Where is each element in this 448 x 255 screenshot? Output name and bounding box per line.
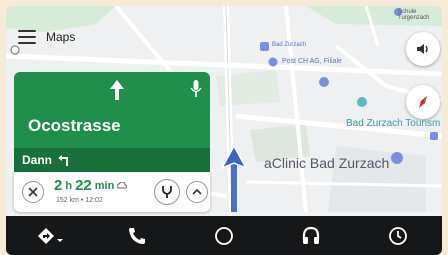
- eta-card: 2 h 22 min 152 km • 12:02: [14, 172, 210, 212]
- volume-icon: [417, 44, 428, 54]
- screen-bezel: Schule Turgenzach Bad Zurzach Post CH AG…: [0, 0, 448, 255]
- directions-icon: [37, 227, 63, 244]
- eta-hours-unit: h: [65, 179, 73, 192]
- dock-recents[interactable]: [378, 221, 418, 251]
- app-dock: [6, 216, 442, 255]
- route-options-button[interactable]: [154, 179, 180, 205]
- street-name: Ocostrasse: [28, 116, 121, 135]
- recent-icon: [389, 226, 408, 245]
- close-icon: [28, 187, 38, 197]
- route-options-icon: [162, 186, 172, 198]
- headphones-icon: [303, 226, 320, 244]
- dock-home[interactable]: [204, 221, 244, 251]
- dock-navigation[interactable]: [30, 221, 70, 251]
- turn-straight-arrow-icon: [110, 80, 124, 100]
- eta-minutes-unit: min: [94, 179, 115, 192]
- eta-separator: •: [80, 197, 84, 204]
- dock-media[interactable]: [291, 221, 331, 251]
- eta-hours: 2: [54, 177, 63, 194]
- then-label: Dann: [22, 153, 52, 167]
- microphone-icon[interactable]: [190, 80, 202, 98]
- map-label-school: Schule Turgenzach: [398, 9, 430, 21]
- eta-distance: 152 km: [56, 197, 79, 204]
- dock-phone[interactable]: [117, 221, 157, 251]
- map-label-bad-zurzach: Bad Zurzach: [272, 42, 307, 48]
- compass-icon: [419, 96, 427, 108]
- map-label-post: Post CH AG, Filiale: [282, 58, 342, 65]
- turn-left-icon: [58, 155, 68, 166]
- map-label-clinic: aClinic Bad Zurzach: [264, 155, 390, 171]
- eta-duration: 2 h 22 min: [54, 177, 128, 194]
- then-instruction: Dann: [14, 148, 210, 172]
- app-title: Maps: [46, 30, 76, 44]
- menu-icon[interactable]: [18, 30, 36, 44]
- eta-arrival: 12:02: [85, 197, 103, 204]
- map-topbar: Maps: [18, 24, 75, 50]
- close-button[interactable]: [22, 181, 44, 203]
- chevron-up-icon: [192, 188, 202, 195]
- map-label-tourism: Bad Zurzach Tourism: [346, 118, 441, 129]
- car-screen: Schule Turgenzach Bad Zurzach Post CH AG…: [6, 6, 442, 255]
- compass-button[interactable]: [406, 85, 440, 119]
- volume-button[interactable]: [406, 32, 440, 66]
- eta-details: 152 km • 12:02: [56, 197, 103, 204]
- home-circle-icon: [215, 226, 233, 245]
- expand-button[interactable]: [186, 181, 208, 203]
- phone-icon: [128, 227, 145, 244]
- eta-minutes: 22: [75, 177, 92, 194]
- cloud-traffic-icon: [117, 182, 128, 189]
